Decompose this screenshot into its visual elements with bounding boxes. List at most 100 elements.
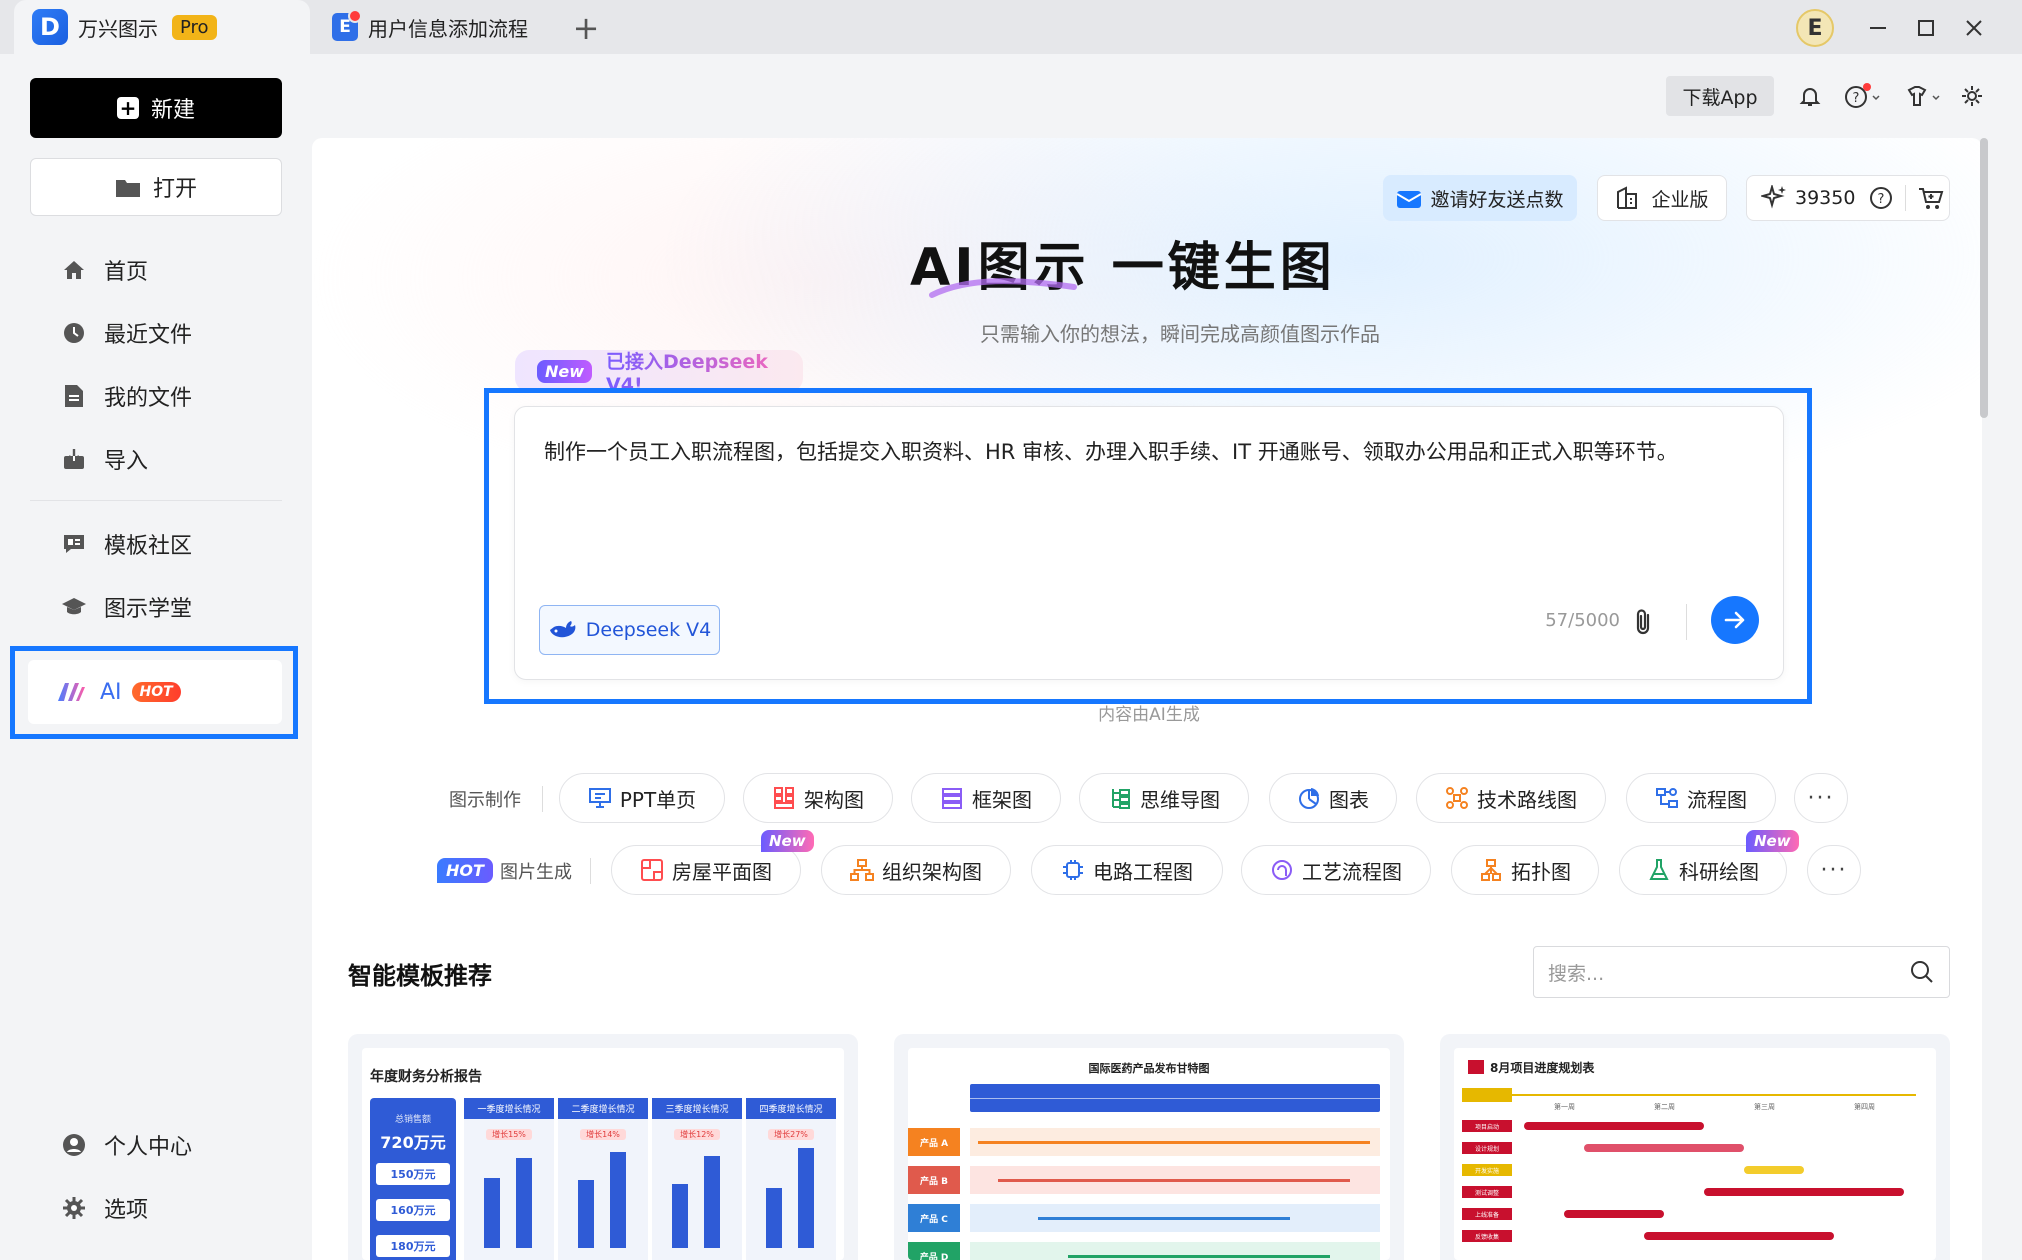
more-images-button[interactable]: ··· bbox=[1807, 845, 1861, 895]
pie-chart-icon bbox=[1299, 788, 1319, 809]
chip-label: 技术路线图 bbox=[1477, 787, 1577, 812]
template-title: 年度财务分析报告 bbox=[370, 1069, 482, 1085]
gantt-line bbox=[1068, 1255, 1330, 1258]
chip-label: 架构图 bbox=[804, 787, 864, 812]
chip-architecture[interactable]: 架构图 bbox=[743, 773, 893, 823]
template-preview: 年度财务分析报告 总销售额 720万元 150万元 160万元 180万元 一季… bbox=[362, 1048, 844, 1260]
sidebar-item-home[interactable]: 首页 bbox=[30, 242, 282, 298]
bell-icon[interactable] bbox=[1790, 76, 1830, 116]
question-icon[interactable]: ? bbox=[1869, 186, 1893, 210]
sidebar-item-my-files[interactable]: 我的文件 bbox=[30, 368, 282, 424]
points-button[interactable]: 39350 ? bbox=[1746, 175, 1950, 221]
floorplan-icon bbox=[641, 859, 663, 881]
sidebar-item-ai[interactable]: AI HOT bbox=[28, 660, 282, 724]
open-button-label: 打开 bbox=[152, 177, 197, 202]
ai-logo-icon bbox=[58, 683, 85, 701]
task-label: 设计规划 bbox=[1462, 1142, 1512, 1154]
quarter-panel: 二季度增长情况 增长14% bbox=[558, 1098, 648, 1260]
minimize-icon[interactable] bbox=[1858, 8, 1898, 48]
bar bbox=[484, 1178, 500, 1248]
new-button-label: 新建 bbox=[150, 98, 195, 123]
import-icon bbox=[60, 445, 88, 473]
enterprise-button[interactable]: 企业版 bbox=[1597, 175, 1727, 221]
send-button[interactable] bbox=[1711, 596, 1759, 644]
sidebar-item-academy[interactable]: 图示学堂 bbox=[30, 579, 282, 635]
hot-tag: HOT bbox=[437, 858, 493, 883]
ai-generated-note: 内容由AI生成 bbox=[1098, 705, 1200, 725]
document-tab[interactable]: E 用户信息添加流程 bbox=[320, 0, 550, 54]
chip-label: 工艺流程图 bbox=[1302, 859, 1402, 884]
chip-label: 组织架构图 bbox=[882, 859, 982, 884]
settings-icon bbox=[60, 1194, 88, 1222]
more-diagrams-button[interactable]: ··· bbox=[1794, 773, 1848, 823]
new-badge: New bbox=[1746, 830, 1799, 852]
user-avatar[interactable]: E bbox=[1796, 9, 1834, 47]
mindmap-icon bbox=[1112, 789, 1130, 809]
search-icon[interactable] bbox=[1909, 959, 1935, 985]
chip-research[interactable]: 科研绘图 bbox=[1619, 845, 1787, 895]
chip-flowchart[interactable]: 流程图 bbox=[1626, 773, 1776, 823]
new-tab-button[interactable]: + bbox=[566, 8, 606, 48]
hot-badge: HOT bbox=[131, 682, 181, 702]
sidebar-item-template-community[interactable]: 模板社区 bbox=[30, 516, 282, 572]
quarter-value: 160万元 bbox=[376, 1199, 450, 1221]
maximize-icon[interactable] bbox=[1906, 8, 1946, 48]
chip-label: PPT单页 bbox=[619, 787, 697, 812]
chip-ppt[interactable]: PPT单页 bbox=[559, 773, 725, 823]
chip-process-flow[interactable]: 工艺流程图 bbox=[1241, 845, 1431, 895]
gantt-row-label: 产品 A bbox=[908, 1128, 960, 1156]
template-card-schedule[interactable]: 8月项目进度规划表 第一周 第二周 第三周 第四周 项目启动 设计规划 开发实施… bbox=[1440, 1034, 1950, 1260]
prompt-input[interactable]: 制作一个员工入职流程图，包括提交入职资料、HR 审核、办理入职手续、IT 开通账… bbox=[544, 436, 1744, 466]
sidebar-item-recent[interactable]: 最近文件 bbox=[30, 305, 282, 361]
new-button[interactable]: + 新建 bbox=[30, 78, 282, 138]
section-title: 智能模板推荐 bbox=[348, 962, 492, 990]
template-search[interactable]: 搜索... bbox=[1533, 946, 1950, 998]
invite-friends-button[interactable]: 邀请好友送点数 bbox=[1383, 175, 1577, 221]
attach-icon[interactable] bbox=[1628, 606, 1662, 640]
chip-framework[interactable]: 框架图 bbox=[911, 773, 1061, 823]
chip-org-chart[interactable]: 组织架构图 bbox=[821, 845, 1011, 895]
skin-icon[interactable] bbox=[1898, 76, 1948, 116]
chip-topology[interactable]: 拓扑图 bbox=[1451, 845, 1599, 895]
chip-chart[interactable]: 图表 bbox=[1269, 773, 1397, 823]
sidebar-item-import[interactable]: 导入 bbox=[30, 431, 282, 487]
sidebar-divider bbox=[30, 500, 282, 501]
scrollbar[interactable] bbox=[1980, 138, 1988, 418]
search-input[interactable]: 搜索... bbox=[1548, 959, 1909, 986]
chip-mindmap[interactable]: 思维导图 bbox=[1079, 773, 1249, 823]
row-divider bbox=[590, 858, 591, 884]
week-label: 第一周 bbox=[1554, 1103, 1575, 1111]
week-label: 第四周 bbox=[1854, 1103, 1875, 1111]
template-title: 国际医药产品发布甘特图 bbox=[1088, 1062, 1210, 1075]
template-card-gantt[interactable]: 国际医药产品发布甘特图 产品 A 产品 B 产品 C 产品 D bbox=[894, 1034, 1404, 1260]
sidebar-item-profile[interactable]: 个人中心 bbox=[30, 1117, 282, 1173]
process-icon bbox=[1272, 860, 1292, 880]
open-button[interactable]: 打开 bbox=[30, 158, 282, 216]
bar bbox=[610, 1152, 626, 1248]
chip-circuit[interactable]: 电路工程图 bbox=[1031, 845, 1223, 895]
file-icon bbox=[60, 382, 88, 410]
template-preview: 8月项目进度规划表 第一周 第二周 第三周 第四周 项目启动 设计规划 开发实施… bbox=[1454, 1048, 1936, 1260]
chip-label: 框架图 bbox=[972, 787, 1032, 812]
app-tab[interactable]: D 万兴图示 Pro bbox=[14, 0, 310, 54]
image-gen-label: 图片生成 bbox=[500, 862, 572, 883]
template-preview: 国际医药产品发布甘特图 产品 A 产品 B 产品 C 产品 D bbox=[908, 1048, 1390, 1260]
app-name: 万兴图示 bbox=[78, 16, 158, 41]
cart-icon[interactable] bbox=[1918, 186, 1944, 210]
template-card-finance[interactable]: 年度财务分析报告 总销售额 720万元 150万元 160万元 180万元 一季… bbox=[348, 1034, 858, 1260]
model-select-button[interactable]: Deepseek V4 bbox=[539, 605, 720, 655]
chip-floor-plan[interactable]: 房屋平面图 bbox=[611, 845, 801, 895]
sidebar-item-options[interactable]: 选项 bbox=[30, 1180, 282, 1236]
svg-text:?: ? bbox=[1853, 91, 1860, 106]
diagram-make-label: 图示制作 bbox=[449, 790, 521, 811]
bar bbox=[704, 1156, 720, 1248]
close-icon[interactable] bbox=[1954, 8, 1994, 48]
task-bar bbox=[1584, 1144, 1744, 1152]
help-icon[interactable]: ? bbox=[1838, 76, 1888, 116]
bar bbox=[516, 1158, 532, 1248]
quarter-panel: 一季度增长情况 增长15% bbox=[464, 1098, 554, 1260]
gear-icon[interactable] bbox=[1952, 76, 1992, 116]
chip-tech-roadmap[interactable]: 技术路线图 bbox=[1416, 773, 1606, 823]
download-app-button[interactable]: 下载App bbox=[1666, 76, 1774, 116]
flask-icon bbox=[1649, 859, 1669, 880]
